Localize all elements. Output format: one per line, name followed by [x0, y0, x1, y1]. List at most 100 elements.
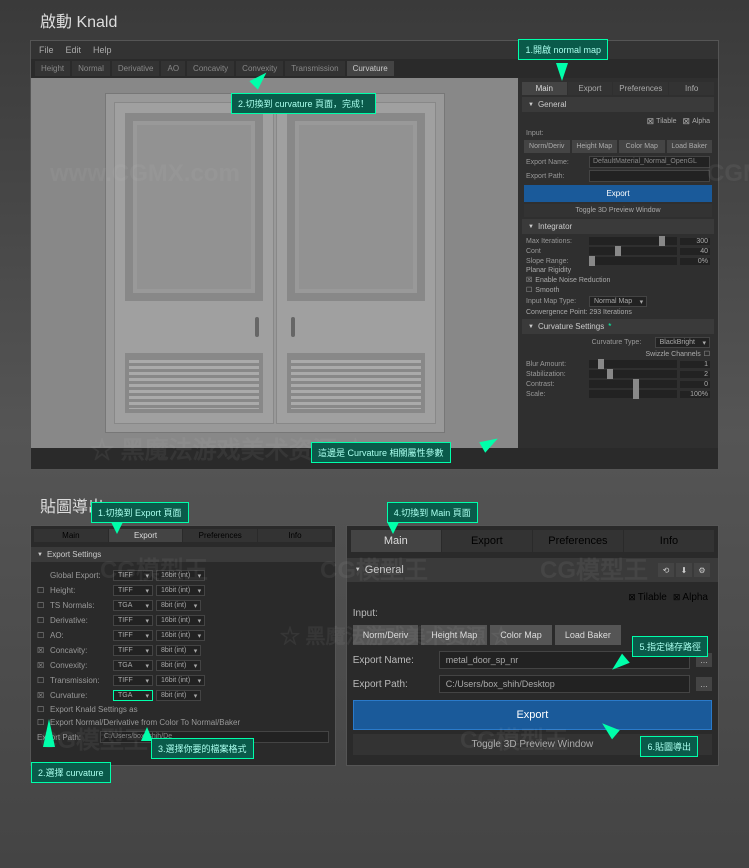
- knald-export-checkbox[interactable]: ☐: [37, 705, 47, 714]
- planar-label: Planar Rigidity: [522, 266, 714, 275]
- heightmap-button[interactable]: Height Map: [572, 140, 618, 153]
- settings-icon[interactable]: ⚙: [694, 563, 710, 577]
- row-checkbox[interactable]: ☐: [37, 616, 47, 625]
- mtab-export[interactable]: Export: [442, 530, 532, 552]
- tab-ao[interactable]: AO: [161, 61, 185, 76]
- global-fmt[interactable]: TIFF: [113, 570, 153, 581]
- row-checkbox[interactable]: ☒: [37, 691, 47, 700]
- bits-dropdown[interactable]: 8bit (int): [156, 645, 201, 656]
- colormap-button[interactable]: Color Map: [619, 140, 665, 153]
- scale-slider[interactable]: [589, 390, 677, 398]
- fmt-dropdown[interactable]: TIFF: [113, 645, 153, 656]
- swizzle-checkbox[interactable]: ☐: [704, 350, 710, 358]
- general-header[interactable]: General: [522, 97, 714, 112]
- tab-curvature[interactable]: Curvature: [347, 61, 394, 76]
- exportpath-label3: Export Path:: [353, 679, 433, 690]
- maxiter-slider[interactable]: [589, 237, 677, 245]
- general-header2[interactable]: General ⟲ ⬇ ⚙: [347, 558, 718, 582]
- tab-transmission[interactable]: Transmission: [285, 61, 344, 76]
- bits-dropdown[interactable]: 16bit (int): [156, 615, 205, 626]
- contrast-value: 0: [680, 381, 710, 388]
- side-tab-info[interactable]: Info: [669, 82, 714, 95]
- noise-checkbox[interactable]: ☒: [526, 276, 532, 284]
- viewport-3d[interactable]: [31, 78, 518, 448]
- row-label: Curvature:: [50, 691, 110, 700]
- row-checkbox[interactable]: ☐: [37, 676, 47, 685]
- side-tab-export[interactable]: Export: [568, 82, 613, 95]
- stab-value: 2: [680, 371, 710, 378]
- tab-height[interactable]: Height: [35, 61, 70, 76]
- etab-info[interactable]: Info: [258, 529, 332, 542]
- mtab-prefs[interactable]: Preferences: [533, 530, 623, 552]
- row-checkbox[interactable]: ☐: [37, 586, 47, 595]
- tilable-checkbox[interactable]: Tilable: [647, 116, 677, 127]
- export-panel: 1.切換到 Export 頁面 Main Export Preferences …: [30, 525, 336, 766]
- slope-value: 0%: [680, 258, 710, 265]
- colormap-button2[interactable]: Color Map: [490, 625, 552, 645]
- bits-dropdown[interactable]: 16bit (int): [156, 675, 205, 686]
- toggle-preview-button[interactable]: Toggle 3D Preview Window: [524, 204, 712, 217]
- fmt-dropdown[interactable]: TIFF: [113, 630, 153, 641]
- arrow-icon: [43, 719, 55, 747]
- inputmaptype-dropdown[interactable]: Normal Map: [589, 296, 647, 307]
- slope-slider[interactable]: [589, 257, 677, 265]
- smooth-checkbox[interactable]: ☐: [526, 286, 532, 294]
- heightmap-button2[interactable]: Height Map: [421, 625, 487, 645]
- bits-dropdown[interactable]: 8bit (int): [156, 660, 201, 671]
- knald-main-window: 1.開啟 normal map File Edit Help Height No…: [30, 40, 719, 470]
- bits-dropdown[interactable]: 16bit (int): [156, 585, 205, 596]
- fmt-dropdown[interactable]: TGA: [113, 600, 153, 611]
- blur-slider[interactable]: [589, 360, 677, 368]
- etab-main[interactable]: Main: [34, 529, 108, 542]
- export-button-big[interactable]: Export: [353, 700, 712, 730]
- tab-concavity[interactable]: Concavity: [187, 61, 234, 76]
- row-checkbox[interactable]: ☒: [37, 661, 47, 670]
- global-bits[interactable]: 16bit (int): [156, 570, 205, 581]
- annotation-b1: 1.切換到 Export 頁面: [91, 502, 189, 523]
- menu-edit[interactable]: Edit: [66, 45, 82, 55]
- exportpath-input3[interactable]: C:/Users/box_shih/Desktop: [439, 675, 690, 693]
- mtab-info[interactable]: Info: [624, 530, 714, 552]
- tab-derivative[interactable]: Derivative: [112, 61, 160, 76]
- alpha-checkbox[interactable]: Alpha: [683, 116, 710, 127]
- fmt-dropdown[interactable]: TIFF: [113, 585, 153, 596]
- alpha-checkbox2[interactable]: Alpha: [673, 592, 708, 603]
- normderiv-button2[interactable]: Norm/Deriv: [353, 625, 419, 645]
- tab-normal[interactable]: Normal: [72, 61, 110, 76]
- curvature-header[interactable]: Curvature Settings*: [522, 319, 714, 334]
- bits-dropdown[interactable]: 8bit (int): [156, 600, 201, 611]
- loadbaker-button2[interactable]: Load Baker: [555, 625, 621, 645]
- loadbaker-button[interactable]: Load Baker: [667, 140, 713, 153]
- row-checkbox[interactable]: ☐: [37, 601, 47, 610]
- tilable-checkbox2[interactable]: Tilable: [628, 592, 667, 603]
- row-label: Convexity:: [50, 661, 110, 670]
- fmt-dropdown[interactable]: TIFF: [113, 675, 153, 686]
- exportpath-input[interactable]: [589, 170, 710, 182]
- row-checkbox[interactable]: ☐: [37, 631, 47, 640]
- exportname-input[interactable]: DefaultMaterial_Normal_OpenGL: [589, 156, 710, 168]
- menu-help[interactable]: Help: [93, 45, 112, 55]
- download-icon[interactable]: ⬇: [676, 563, 692, 577]
- fmt-dropdown[interactable]: TGA: [113, 660, 153, 671]
- side-tab-main[interactable]: Main: [522, 82, 567, 95]
- row-checkbox[interactable]: ☒: [37, 646, 47, 655]
- bits-dropdown[interactable]: 8bit (int): [156, 690, 201, 701]
- normderiv-button[interactable]: Norm/Deriv: [524, 140, 570, 153]
- menu-file[interactable]: File: [39, 45, 54, 55]
- cont-slider[interactable]: [589, 247, 677, 255]
- fmt-dropdown[interactable]: TIFF: [113, 615, 153, 626]
- integrator-header[interactable]: Integrator: [522, 219, 714, 234]
- bits-dropdown[interactable]: 16bit (int): [156, 630, 205, 641]
- curvtype-dropdown[interactable]: BlackBright: [655, 337, 710, 348]
- contrast-slider[interactable]: [589, 380, 677, 388]
- export-button[interactable]: Export: [524, 185, 712, 202]
- etab-prefs[interactable]: Preferences: [183, 529, 257, 542]
- refresh-icon[interactable]: ⟲: [658, 563, 674, 577]
- tabbar: Height Normal Derivative AO Concavity Co…: [31, 59, 718, 78]
- fmt-dropdown[interactable]: TGA: [113, 690, 153, 701]
- menubar: File Edit Help: [31, 41, 718, 59]
- browse-icon[interactable]: …: [696, 677, 712, 691]
- side-tab-prefs[interactable]: Preferences: [613, 82, 668, 95]
- stab-slider[interactable]: [589, 370, 677, 378]
- export-settings-header[interactable]: Export Settings: [31, 547, 335, 562]
